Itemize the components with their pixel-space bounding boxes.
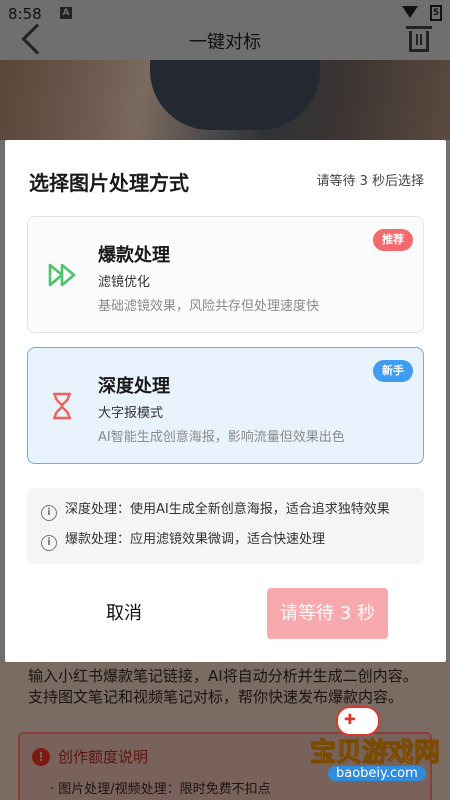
status-time: 8:58: [8, 5, 42, 23]
option-subtitle: 大字报模式: [98, 406, 164, 421]
info-text: 爆款处理：应用滤镜效果微调，适合快速处理: [65, 532, 326, 547]
page-title: 一键对标: [189, 32, 261, 53]
info-row: i 深度处理：使用AI生成全新创意海报，适合追求独特效果: [41, 500, 390, 521]
recommended-badge: 推荐: [373, 229, 413, 251]
option-deep-processing[interactable]: 深度处理 大字报模式 AI智能生成创意海报，影响流量但效果出色 新手: [27, 347, 424, 464]
status-bar: 8:58 A 5: [0, 0, 450, 26]
watermark-logo: 宝贝游戏网 baobeiy.com: [309, 700, 450, 800]
new-user-badge: 新手: [373, 360, 413, 382]
trash-icon[interactable]: [406, 26, 432, 52]
watermark-text: 宝贝游戏网: [309, 738, 441, 769]
confirm-wait-button[interactable]: 请等待 3 秒: [267, 588, 388, 639]
hourglass-icon: [53, 392, 71, 420]
app-header: 一键对标: [0, 23, 450, 60]
option-description: 基础滤镜效果，风险共存但处理速度快: [98, 299, 320, 314]
battery-icon: 5: [430, 5, 442, 21]
info-box: i 深度处理：使用AI生成全新创意海报，适合追求独特效果 i 爆款处理：应用滤镜效果…: [27, 488, 424, 564]
info-text: 深度处理：使用AI生成全新创意海报，适合追求独特效果: [65, 502, 390, 517]
dialog-title: 选择图片处理方式: [29, 171, 189, 195]
warning-icon: !: [32, 748, 50, 766]
fast-forward-icon: [48, 263, 76, 287]
option-subtitle: 滤镜优化: [98, 275, 151, 290]
cancel-button[interactable]: 取消: [69, 592, 179, 636]
info-row: i 爆款处理：应用滤镜效果微调，适合快速处理: [41, 530, 326, 551]
quota-line: · 图片处理/视频处理：限时免费不扣点: [50, 782, 271, 797]
info-icon: i: [41, 535, 57, 551]
quota-title: 创作额度说明: [58, 748, 149, 766]
option-description: AI智能生成创意海报，影响流量但效果出色: [98, 430, 345, 445]
notification-icon: A: [60, 7, 72, 19]
processing-mode-dialog: 选择图片处理方式 请等待 3 秒后选择 爆款处理 滤镜优化 基础滤镜效果，风险共…: [5, 140, 446, 662]
wait-hint: 请等待 3 秒后选择: [316, 174, 424, 189]
background-photo: [0, 60, 450, 140]
option-viral-processing[interactable]: 爆款处理 滤镜优化 基础滤镜效果，风险共存但处理速度快 推荐: [27, 216, 424, 333]
description-line: 输入小红书爆款笔记链接，AI将自动分析并生成二创内容。: [28, 667, 418, 685]
wifi-icon: [402, 6, 418, 18]
option-name: 爆款处理: [98, 245, 170, 266]
option-name: 深度处理: [98, 376, 170, 397]
watermark-url: baobeiy.com: [328, 766, 426, 781]
info-icon: i: [41, 505, 57, 521]
